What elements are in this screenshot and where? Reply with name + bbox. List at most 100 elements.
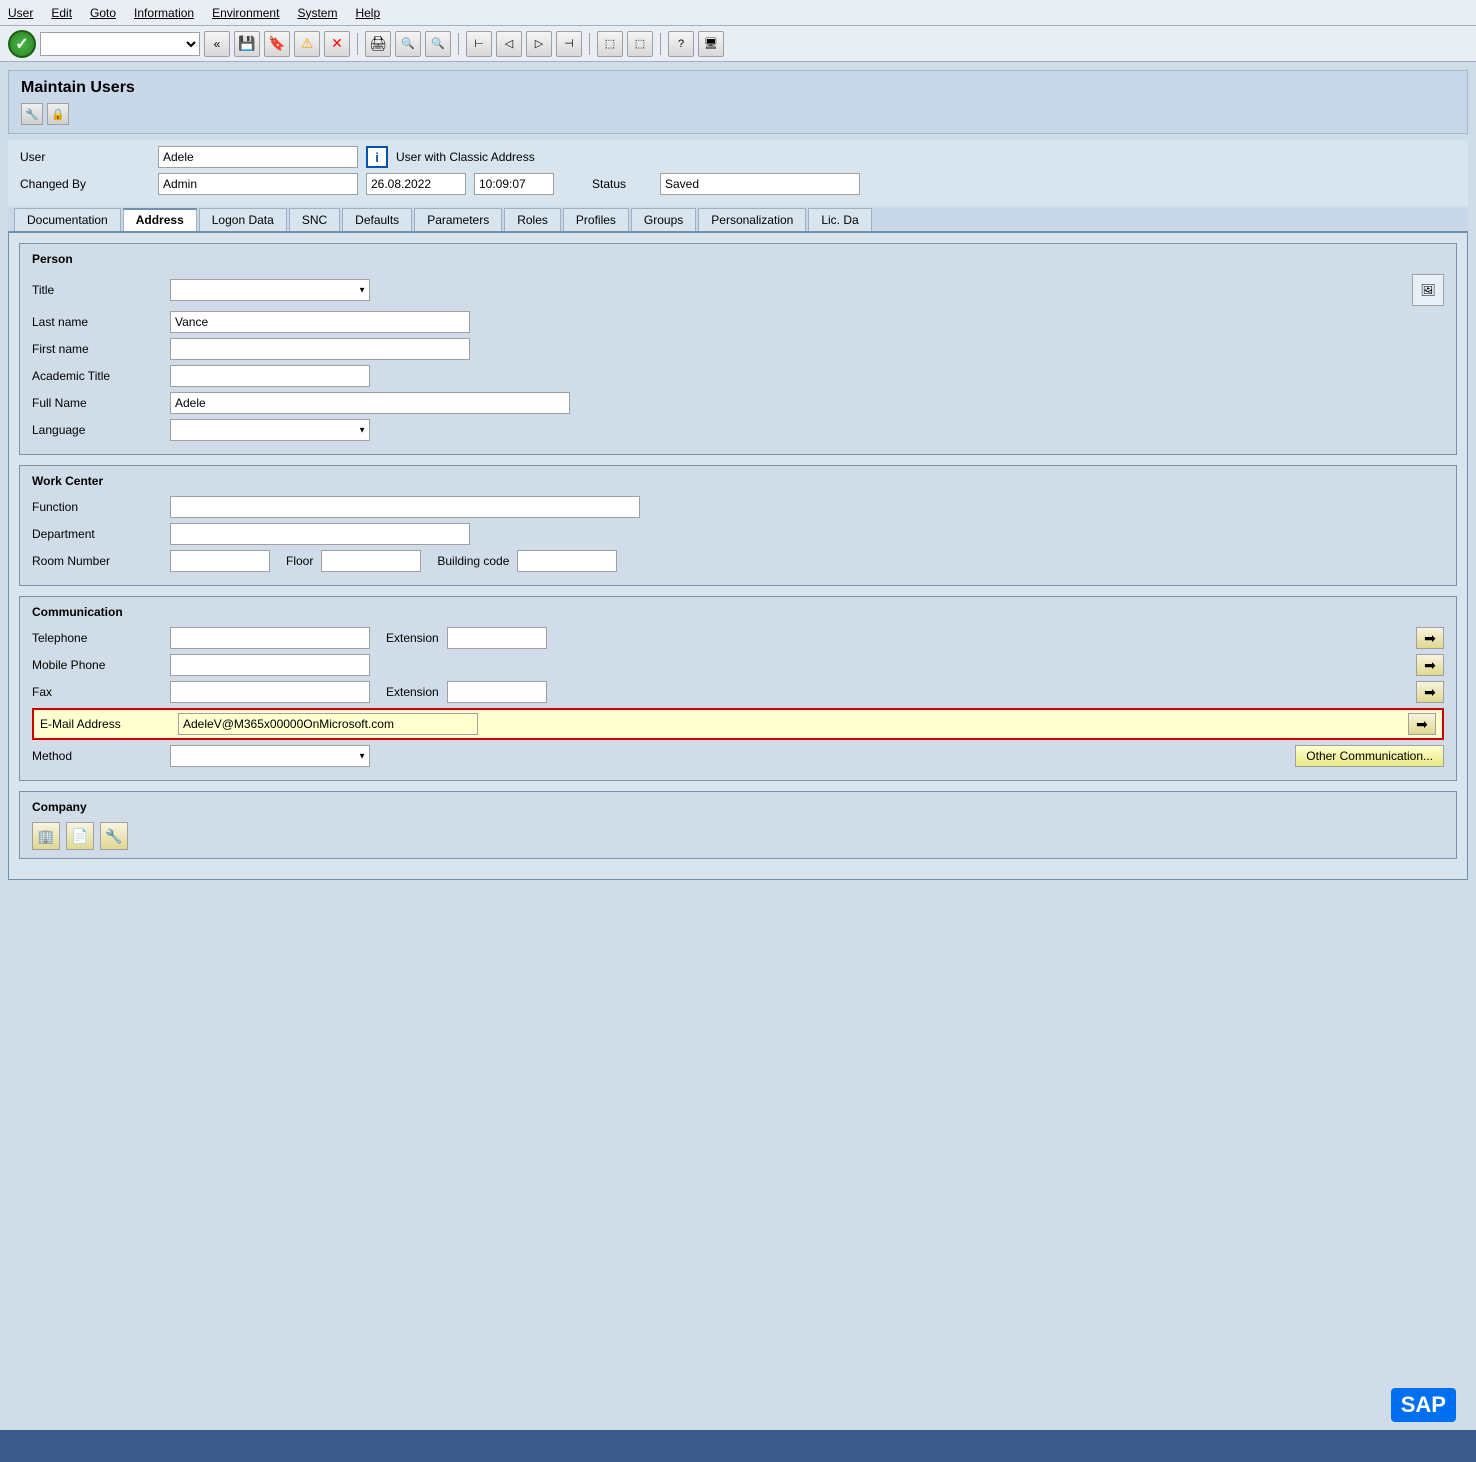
- monitor-icon[interactable]: 🖥: [698, 31, 724, 57]
- page-header: Maintain Users 🔧 🔒: [8, 70, 1468, 134]
- language-select-wrapper: [170, 419, 370, 441]
- method-select-wrapper: [170, 745, 370, 767]
- tab-logon-data[interactable]: Logon Data: [199, 208, 287, 231]
- page-title: Maintain Users: [21, 79, 1455, 97]
- email-row: E-Mail Address ➡: [32, 708, 1444, 740]
- menu-user[interactable]: User: [8, 6, 33, 20]
- language-select[interactable]: [170, 419, 370, 441]
- portrait-icon[interactable]: 🖼: [1412, 274, 1444, 306]
- language-row: Language: [32, 419, 1444, 441]
- company-title: Company: [32, 800, 1444, 814]
- academic-title-field[interactable]: [170, 365, 370, 387]
- department-field[interactable]: [170, 523, 470, 545]
- last-page-icon[interactable]: ⊣: [556, 31, 582, 57]
- tab-personalization[interactable]: Personalization: [698, 208, 806, 231]
- room-floor-building-row: Room Number Floor Building code: [32, 550, 1444, 572]
- info-icon[interactable]: i: [366, 146, 388, 168]
- find-icon[interactable]: 🔍: [395, 31, 421, 57]
- tab-snc[interactable]: SNC: [289, 208, 340, 231]
- menu-edit[interactable]: Edit: [51, 6, 72, 20]
- academic-title-label: Academic Title: [32, 369, 162, 383]
- tab-address[interactable]: Address: [123, 208, 197, 231]
- building-code-field[interactable]: [517, 550, 617, 572]
- first-name-label: First name: [32, 342, 162, 356]
- help-icon[interactable]: ?: [668, 31, 694, 57]
- menu-system[interactable]: System: [297, 6, 337, 20]
- language-label: Language: [32, 423, 162, 437]
- email-field[interactable]: [178, 713, 478, 735]
- command-field[interactable]: [40, 32, 200, 56]
- mobile-arrow-icon[interactable]: ➡: [1416, 654, 1444, 676]
- header-lock-icon[interactable]: 🔒: [47, 103, 69, 125]
- floor-field[interactable]: [321, 550, 421, 572]
- company-tools-icon[interactable]: 🔧: [100, 822, 128, 850]
- last-name-field[interactable]: [170, 311, 470, 333]
- nav-icon-2[interactable]: ⬚: [627, 31, 653, 57]
- menu-help[interactable]: Help: [355, 6, 380, 20]
- telephone-field[interactable]: [170, 627, 370, 649]
- print-icon[interactable]: 🖨: [365, 31, 391, 57]
- telephone-arrow-icon[interactable]: ➡: [1416, 627, 1444, 649]
- first-name-row: First name: [32, 338, 1444, 360]
- room-number-field[interactable]: [170, 550, 270, 572]
- first-name-field[interactable]: [170, 338, 470, 360]
- separator-3: [589, 33, 590, 55]
- status-label: Status: [592, 177, 652, 191]
- tab-documentation[interactable]: Documentation: [14, 208, 121, 231]
- full-name-field[interactable]: [170, 392, 570, 414]
- header-tools-icon[interactable]: 🔧: [21, 103, 43, 125]
- function-label: Function: [32, 500, 162, 514]
- menu-bar: User Edit Goto Information Environment S…: [0, 0, 1476, 26]
- save-icon[interactable]: 💾: [234, 31, 260, 57]
- first-page-icon[interactable]: ⊢: [466, 31, 492, 57]
- alert-icon[interactable]: ⚠: [294, 31, 320, 57]
- last-name-label: Last name: [32, 315, 162, 329]
- company-document-icon[interactable]: 📄: [66, 822, 94, 850]
- full-name-row: Full Name: [32, 392, 1444, 414]
- method-select[interactable]: [170, 745, 370, 767]
- email-label: E-Mail Address: [40, 717, 170, 731]
- fax-extension-label: Extension: [386, 685, 439, 699]
- status-field: [660, 173, 860, 195]
- find-next-icon[interactable]: 🔍: [425, 31, 451, 57]
- fax-field[interactable]: [170, 681, 370, 703]
- menu-environment[interactable]: Environment: [212, 6, 279, 20]
- academic-title-row: Academic Title: [32, 365, 1444, 387]
- fax-row: Fax Extension ➡: [32, 681, 1444, 703]
- email-arrow-icon[interactable]: ➡: [1408, 713, 1436, 735]
- fax-arrow-icon[interactable]: ➡: [1416, 681, 1444, 703]
- tab-profiles[interactable]: Profiles: [563, 208, 629, 231]
- tab-defaults[interactable]: Defaults: [342, 208, 412, 231]
- prev-page-icon[interactable]: ◁: [496, 31, 522, 57]
- menu-goto[interactable]: Goto: [90, 6, 116, 20]
- changed-by-field[interactable]: [158, 173, 358, 195]
- cancel-icon[interactable]: ✕: [324, 31, 350, 57]
- fax-extension-field[interactable]: [447, 681, 547, 703]
- company-building-icon[interactable]: 🏢: [32, 822, 60, 850]
- telephone-row: Telephone Extension ➡: [32, 627, 1444, 649]
- next-page-icon[interactable]: ▷: [526, 31, 552, 57]
- classic-address-label: User with Classic Address: [396, 150, 535, 164]
- shortcut-icon[interactable]: 🔖: [264, 31, 290, 57]
- function-field[interactable]: [170, 496, 640, 518]
- communication-title: Communication: [32, 605, 1444, 619]
- other-communication-button[interactable]: Other Communication...: [1295, 745, 1444, 767]
- tab-lic-data[interactable]: Lic. Da: [808, 208, 871, 231]
- check-icon[interactable]: ✓: [8, 30, 36, 58]
- building-code-label: Building code: [437, 554, 509, 568]
- user-value-field[interactable]: [158, 146, 358, 168]
- person-section-title: Person: [32, 252, 1444, 266]
- tab-parameters[interactable]: Parameters: [414, 208, 502, 231]
- tab-roles[interactable]: Roles: [504, 208, 561, 231]
- work-center-title: Work Center: [32, 474, 1444, 488]
- date-field: [366, 173, 466, 195]
- user-row: User i User with Classic Address: [20, 146, 1456, 168]
- mobile-field[interactable]: [170, 654, 370, 676]
- menu-information[interactable]: Information: [134, 6, 194, 20]
- title-select[interactable]: [170, 279, 370, 301]
- extension-field[interactable]: [447, 627, 547, 649]
- floor-label: Floor: [286, 554, 313, 568]
- back-double-icon[interactable]: «: [204, 31, 230, 57]
- nav-icon-1[interactable]: ⬚: [597, 31, 623, 57]
- tab-groups[interactable]: Groups: [631, 208, 696, 231]
